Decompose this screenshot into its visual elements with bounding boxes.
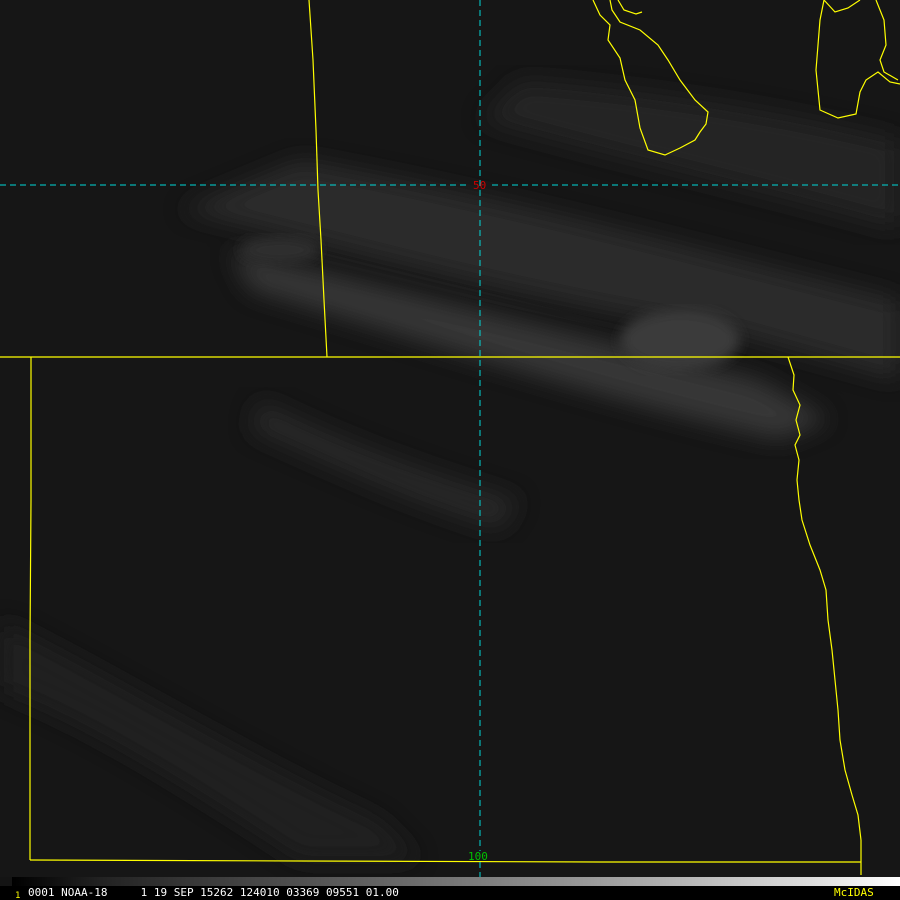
cloud-cluster-west (240, 236, 320, 264)
latitude-label: 50 (473, 179, 486, 192)
status-line: 0001 NOAA-18 1 19 SEP 15262 124010 03369… (28, 886, 399, 899)
longitude-label: 100 (468, 850, 488, 863)
brand-label: McIDAS (834, 886, 874, 899)
satellite-map: 50 100 (0, 0, 900, 877)
cloud-cluster-east (620, 310, 740, 370)
satellite-image-viewer: 50 100 1 0001 NOAA-18 1 19 SEP 15262 124… (0, 0, 900, 900)
frame-number: 1 (15, 891, 21, 900)
